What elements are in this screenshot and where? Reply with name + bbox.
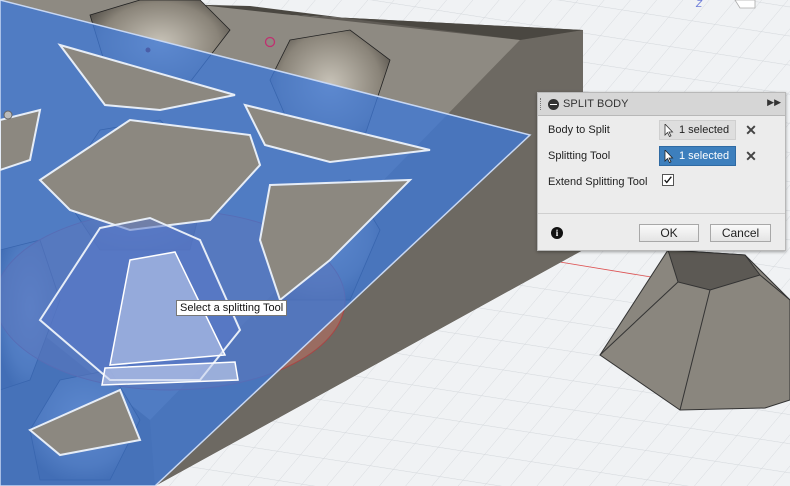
body-to-split-label: Body to Split (548, 124, 610, 136)
expand-arrows-icon[interactable]: ▶▶ (767, 97, 781, 108)
split-body-dialog: SPLIT BODY ▶▶ Body to Split 1 selected ✕… (537, 92, 786, 251)
body-to-split-value: 1 selected (679, 124, 730, 136)
selection-tooltip: Select a splitting Tool (176, 300, 288, 316)
dialog-header[interactable]: SPLIT BODY ▶▶ (538, 93, 785, 116)
pointer-cursor-icon (664, 150, 674, 163)
splitting-tool-selector[interactable]: 1 selected (659, 146, 736, 166)
drag-handle-icon[interactable] (540, 98, 543, 110)
pointer-cursor-icon (664, 124, 674, 137)
z-axis-label: Z (695, 0, 703, 10)
splitting-tool-label: Splitting Tool (548, 150, 611, 162)
checkmark-icon (664, 176, 672, 184)
clear-tool-selection-icon[interactable]: ✕ (744, 146, 758, 166)
ok-button[interactable]: OK (639, 224, 699, 242)
info-icon[interactable]: i (551, 227, 563, 239)
footer-divider (538, 213, 785, 214)
extend-splitting-tool-label: Extend Splitting Tool (548, 176, 648, 188)
dialog-title: SPLIT BODY (563, 98, 629, 110)
cancel-button[interactable]: Cancel (710, 224, 771, 242)
clear-body-selection-icon[interactable]: ✕ (744, 120, 758, 140)
collapse-icon[interactable] (548, 99, 559, 110)
splitting-tool-value: 1 selected (679, 150, 730, 162)
extend-splitting-tool-checkbox[interactable] (662, 174, 674, 186)
body-to-split-selector[interactable]: 1 selected (659, 120, 736, 140)
